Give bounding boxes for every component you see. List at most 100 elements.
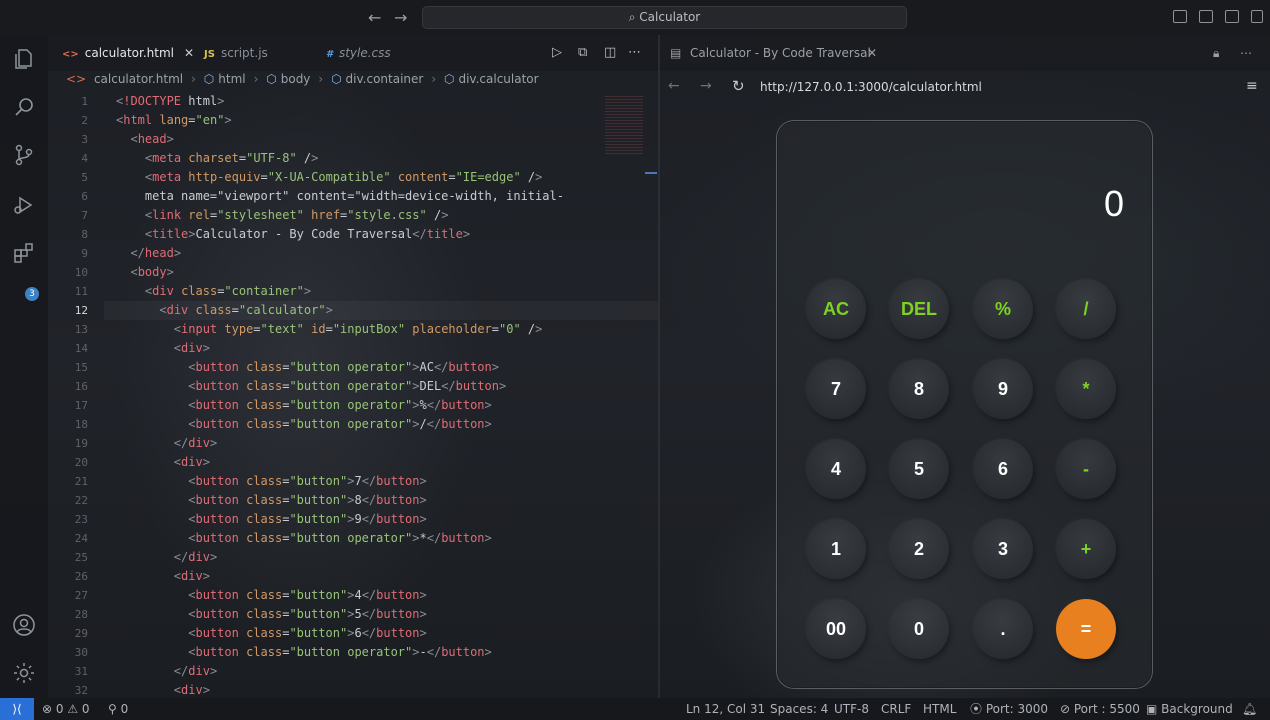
panel-divider[interactable] (658, 35, 660, 698)
minimap[interactable] (605, 96, 643, 156)
code-line[interactable]: 1 <!DOCTYPE html> (48, 92, 658, 111)
calc-button[interactable]: = (1056, 599, 1116, 659)
code-line[interactable]: 30 <button class="button operator">-</bu… (48, 643, 658, 662)
more-actions-icon[interactable]: ⋯ (628, 45, 641, 60)
language-mode[interactable]: HTML (923, 698, 956, 720)
code-line[interactable]: 8 <title>Calculator - By Code Traversal<… (48, 225, 658, 244)
toggle-secondary-sidebar-icon[interactable] (1225, 10, 1239, 23)
code-line[interactable]: 3 <head> (48, 130, 658, 149)
code-line[interactable]: 15 <button class="button operator">AC</b… (48, 358, 658, 377)
background-indicator[interactable]: ▣ Background (1146, 698, 1233, 720)
calc-button[interactable]: 1 (806, 519, 866, 579)
calc-button[interactable]: 6 (973, 439, 1033, 499)
forward-arrow-icon[interactable]: → (700, 78, 712, 94)
explorer-icon[interactable] (12, 47, 36, 71)
breadcrumb-item[interactable]: body (281, 72, 311, 86)
calc-button[interactable]: / (1056, 279, 1116, 339)
code-line[interactable]: 26 <div> (48, 567, 658, 586)
run-file-icon[interactable]: ▷ (552, 45, 562, 60)
problems-indicator[interactable]: ⊗ 0 ⚠ 0 (42, 698, 90, 720)
calc-button[interactable]: + (1056, 519, 1116, 579)
code-line[interactable]: 29 <button class="button">6</button> (48, 624, 658, 643)
open-changes-icon[interactable]: ⧉ (578, 45, 587, 60)
back-arrow-icon[interactable]: ← (668, 78, 680, 94)
breadcrumb-item[interactable]: calculator.html (94, 72, 183, 86)
code-line[interactable]: 11 <div class="container"> (48, 282, 658, 301)
calc-button[interactable]: % (973, 279, 1033, 339)
code-line[interactable]: 25 </div> (48, 548, 658, 567)
port-5500-indicator[interactable]: ⊘ Port : 5500 (1060, 698, 1140, 720)
calc-button[interactable]: 00 (806, 599, 866, 659)
code-line[interactable]: 5 <meta http-equiv="X-UA-Compatible" con… (48, 168, 658, 187)
customize-layout-icon[interactable] (1251, 10, 1263, 23)
source-control-icon[interactable] (12, 143, 36, 167)
code-line[interactable]: 27 <button class="button">4</button> (48, 586, 658, 605)
breadcrumb-item[interactable]: div.container (346, 72, 424, 86)
split-editor-icon[interactable]: ◫ (604, 45, 616, 60)
code-line[interactable]: 24 <button class="button operator">*</bu… (48, 529, 658, 548)
toggle-primary-sidebar-icon[interactable] (1173, 10, 1187, 23)
indentation[interactable]: Spaces: 4 (770, 698, 828, 720)
url-field[interactable]: http://127.0.0.1:3000/calculator.html (760, 80, 982, 94)
calc-button[interactable]: DEL (889, 279, 949, 339)
forward-arrow-icon[interactable]: → (394, 8, 407, 27)
code-line[interactable]: 19 </div> (48, 434, 658, 453)
code-line[interactable]: 12 <div class="calculator"> (48, 301, 658, 320)
line-ending[interactable]: CRLF (881, 698, 911, 720)
accounts-icon[interactable] (12, 613, 36, 637)
calculator-display[interactable]: 0 (1104, 183, 1124, 225)
menu-icon[interactable]: ≡ (1246, 78, 1258, 94)
command-center-search[interactable]: ⌕ Calculator (422, 6, 907, 29)
code-line[interactable]: 23 <button class="button">9</button> (48, 510, 658, 529)
encoding[interactable]: UTF-8 (834, 698, 869, 720)
code-line[interactable]: 2 <html lang="en"> (48, 111, 658, 130)
code-line[interactable]: 28 <button class="button">5</button> (48, 605, 658, 624)
code-line[interactable]: 18 <button class="button operator">/</bu… (48, 415, 658, 434)
calc-button[interactable]: 7 (806, 359, 866, 419)
reload-icon[interactable]: ↻ (732, 77, 745, 95)
calc-button[interactable]: 3 (973, 519, 1033, 579)
code-line[interactable]: 10 <body> (48, 263, 658, 282)
run-debug-icon[interactable] (12, 193, 36, 217)
code-line[interactable]: 9 </head> (48, 244, 658, 263)
tab-script-js[interactable]: JS script.js (190, 35, 268, 71)
tab-calculator-html[interactable]: <> calculator.html ✕ (48, 35, 194, 71)
code-line[interactable]: 7 <link rel="stylesheet" href="style.css… (48, 206, 658, 225)
back-arrow-icon[interactable]: ← (368, 8, 381, 27)
extensions-icon[interactable] (12, 241, 36, 265)
calc-button[interactable]: 2 (889, 519, 949, 579)
breadcrumb-item[interactable]: div.calculator (458, 72, 538, 86)
code-line[interactable]: 22 <button class="button">8</button> (48, 491, 658, 510)
code-line[interactable]: 32 <div> (48, 681, 658, 698)
calc-button[interactable]: 0 (889, 599, 949, 659)
lock-icon[interactable]: 🔒︎ (1213, 35, 1219, 71)
tab-style-css[interactable]: # style.css (312, 35, 391, 71)
calc-button[interactable]: 8 (889, 359, 949, 419)
code-line[interactable]: 17 <button class="button operator">%</bu… (48, 396, 658, 415)
breadcrumb-item[interactable]: html (218, 72, 245, 86)
code-line[interactable]: 4 <meta charset="UTF-8" /> (48, 149, 658, 168)
calc-button[interactable]: 4 (806, 439, 866, 499)
calc-button[interactable]: AC (806, 279, 866, 339)
code-line[interactable]: 13 <input type="text" id="inputBox" plac… (48, 320, 658, 339)
calc-button[interactable]: * (1056, 359, 1116, 419)
close-icon[interactable]: ✕ (867, 35, 877, 71)
code-line[interactable]: 31 </div> (48, 662, 658, 681)
port-3000-indicator[interactable]: ⦿ Port: 3000 (970, 698, 1048, 720)
cursor-position[interactable]: Ln 12, Col 31 (686, 698, 765, 720)
more-actions-icon[interactable]: ⋯ (1240, 35, 1252, 71)
code-line[interactable]: 14 <div> (48, 339, 658, 358)
calc-button[interactable]: 9 (973, 359, 1033, 419)
calc-button[interactable]: 5 (889, 439, 949, 499)
settings-gear-icon[interactable] (12, 661, 36, 685)
code-line[interactable]: 20 <div> (48, 453, 658, 472)
code-line[interactable]: 21 <button class="button">7</button> (48, 472, 658, 491)
code-line[interactable]: 16 <button class="button operator">DEL</… (48, 377, 658, 396)
code-line[interactable]: 6 meta name="viewport" content="width=de… (48, 187, 658, 206)
calc-button[interactable]: . (973, 599, 1033, 659)
remote-indicator-icon[interactable]: ⟩⟨ (0, 698, 34, 720)
toggle-panel-icon[interactable] (1199, 10, 1213, 23)
notifications-bell-icon[interactable]: 🔔︎ (1242, 698, 1257, 720)
code-editor[interactable]: 1 <!DOCTYPE html> 2 <html lang="en"> 3 <head… (48, 92, 658, 698)
preview-tab-label[interactable]: Calculator - By Code Traversal (690, 35, 871, 71)
